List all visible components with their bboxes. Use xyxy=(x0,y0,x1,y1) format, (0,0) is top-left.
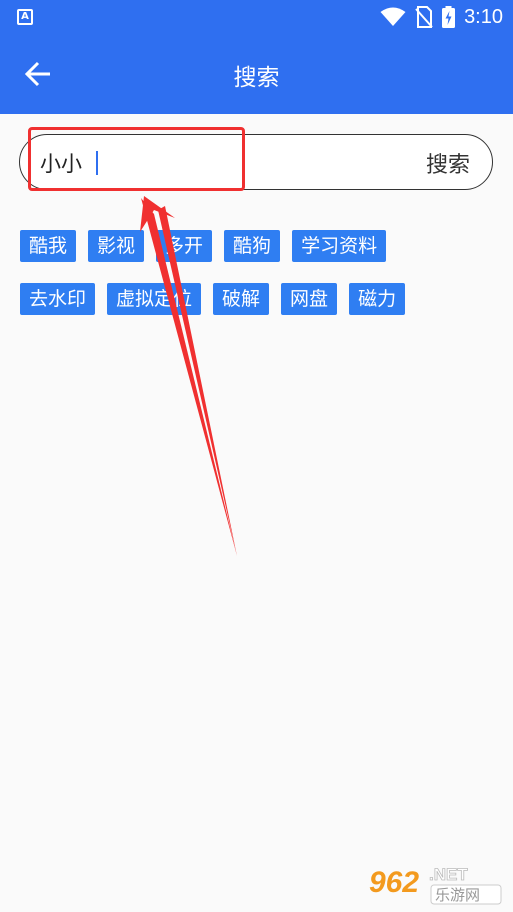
page-title: 搜索 xyxy=(233,65,280,91)
app-notification-icon: A xyxy=(17,9,33,25)
wifi-icon xyxy=(380,7,406,26)
tag-item[interactable]: 磁力 xyxy=(349,283,406,315)
tag-item[interactable]: 虚拟定位 xyxy=(107,283,202,315)
tag-item[interactable]: 多开 xyxy=(156,230,213,262)
hot-tags: 酷我 影视 多开 酷狗 学习资料 去水印 虚拟定位 破解 网盘 磁力 xyxy=(20,230,500,336)
tag-item[interactable]: 影视 xyxy=(88,230,145,262)
tag-row-2: 去水印 虚拟定位 破解 网盘 磁力 xyxy=(20,283,500,315)
status-time: 3:10 xyxy=(464,5,503,28)
status-icons: 3:10 xyxy=(380,0,503,34)
watermark-number: 962 xyxy=(369,866,419,899)
tag-item[interactable]: 破解 xyxy=(213,283,270,315)
app-bar: 搜索 xyxy=(0,34,513,114)
tag-item[interactable]: 学习资料 xyxy=(292,230,387,262)
watermark-logo: 962 .NET 乐游网 xyxy=(369,865,502,905)
annotation-highlight-box xyxy=(28,127,245,191)
watermark-text: 乐游网 xyxy=(435,886,480,904)
status-bar: A 3:10 xyxy=(0,0,513,34)
tag-row-1: 酷我 影视 多开 酷狗 学习资料 xyxy=(20,230,500,262)
tag-item[interactable]: 去水印 xyxy=(20,283,96,315)
battery-charging-icon xyxy=(442,6,456,28)
no-sim-icon xyxy=(415,6,433,28)
watermark-suffix: .NET xyxy=(429,865,468,884)
tag-item[interactable]: 酷狗 xyxy=(224,230,281,262)
search-button[interactable]: 搜索 xyxy=(426,147,470,179)
tag-item[interactable]: 网盘 xyxy=(281,283,338,315)
tag-item[interactable]: 酷我 xyxy=(20,230,77,262)
